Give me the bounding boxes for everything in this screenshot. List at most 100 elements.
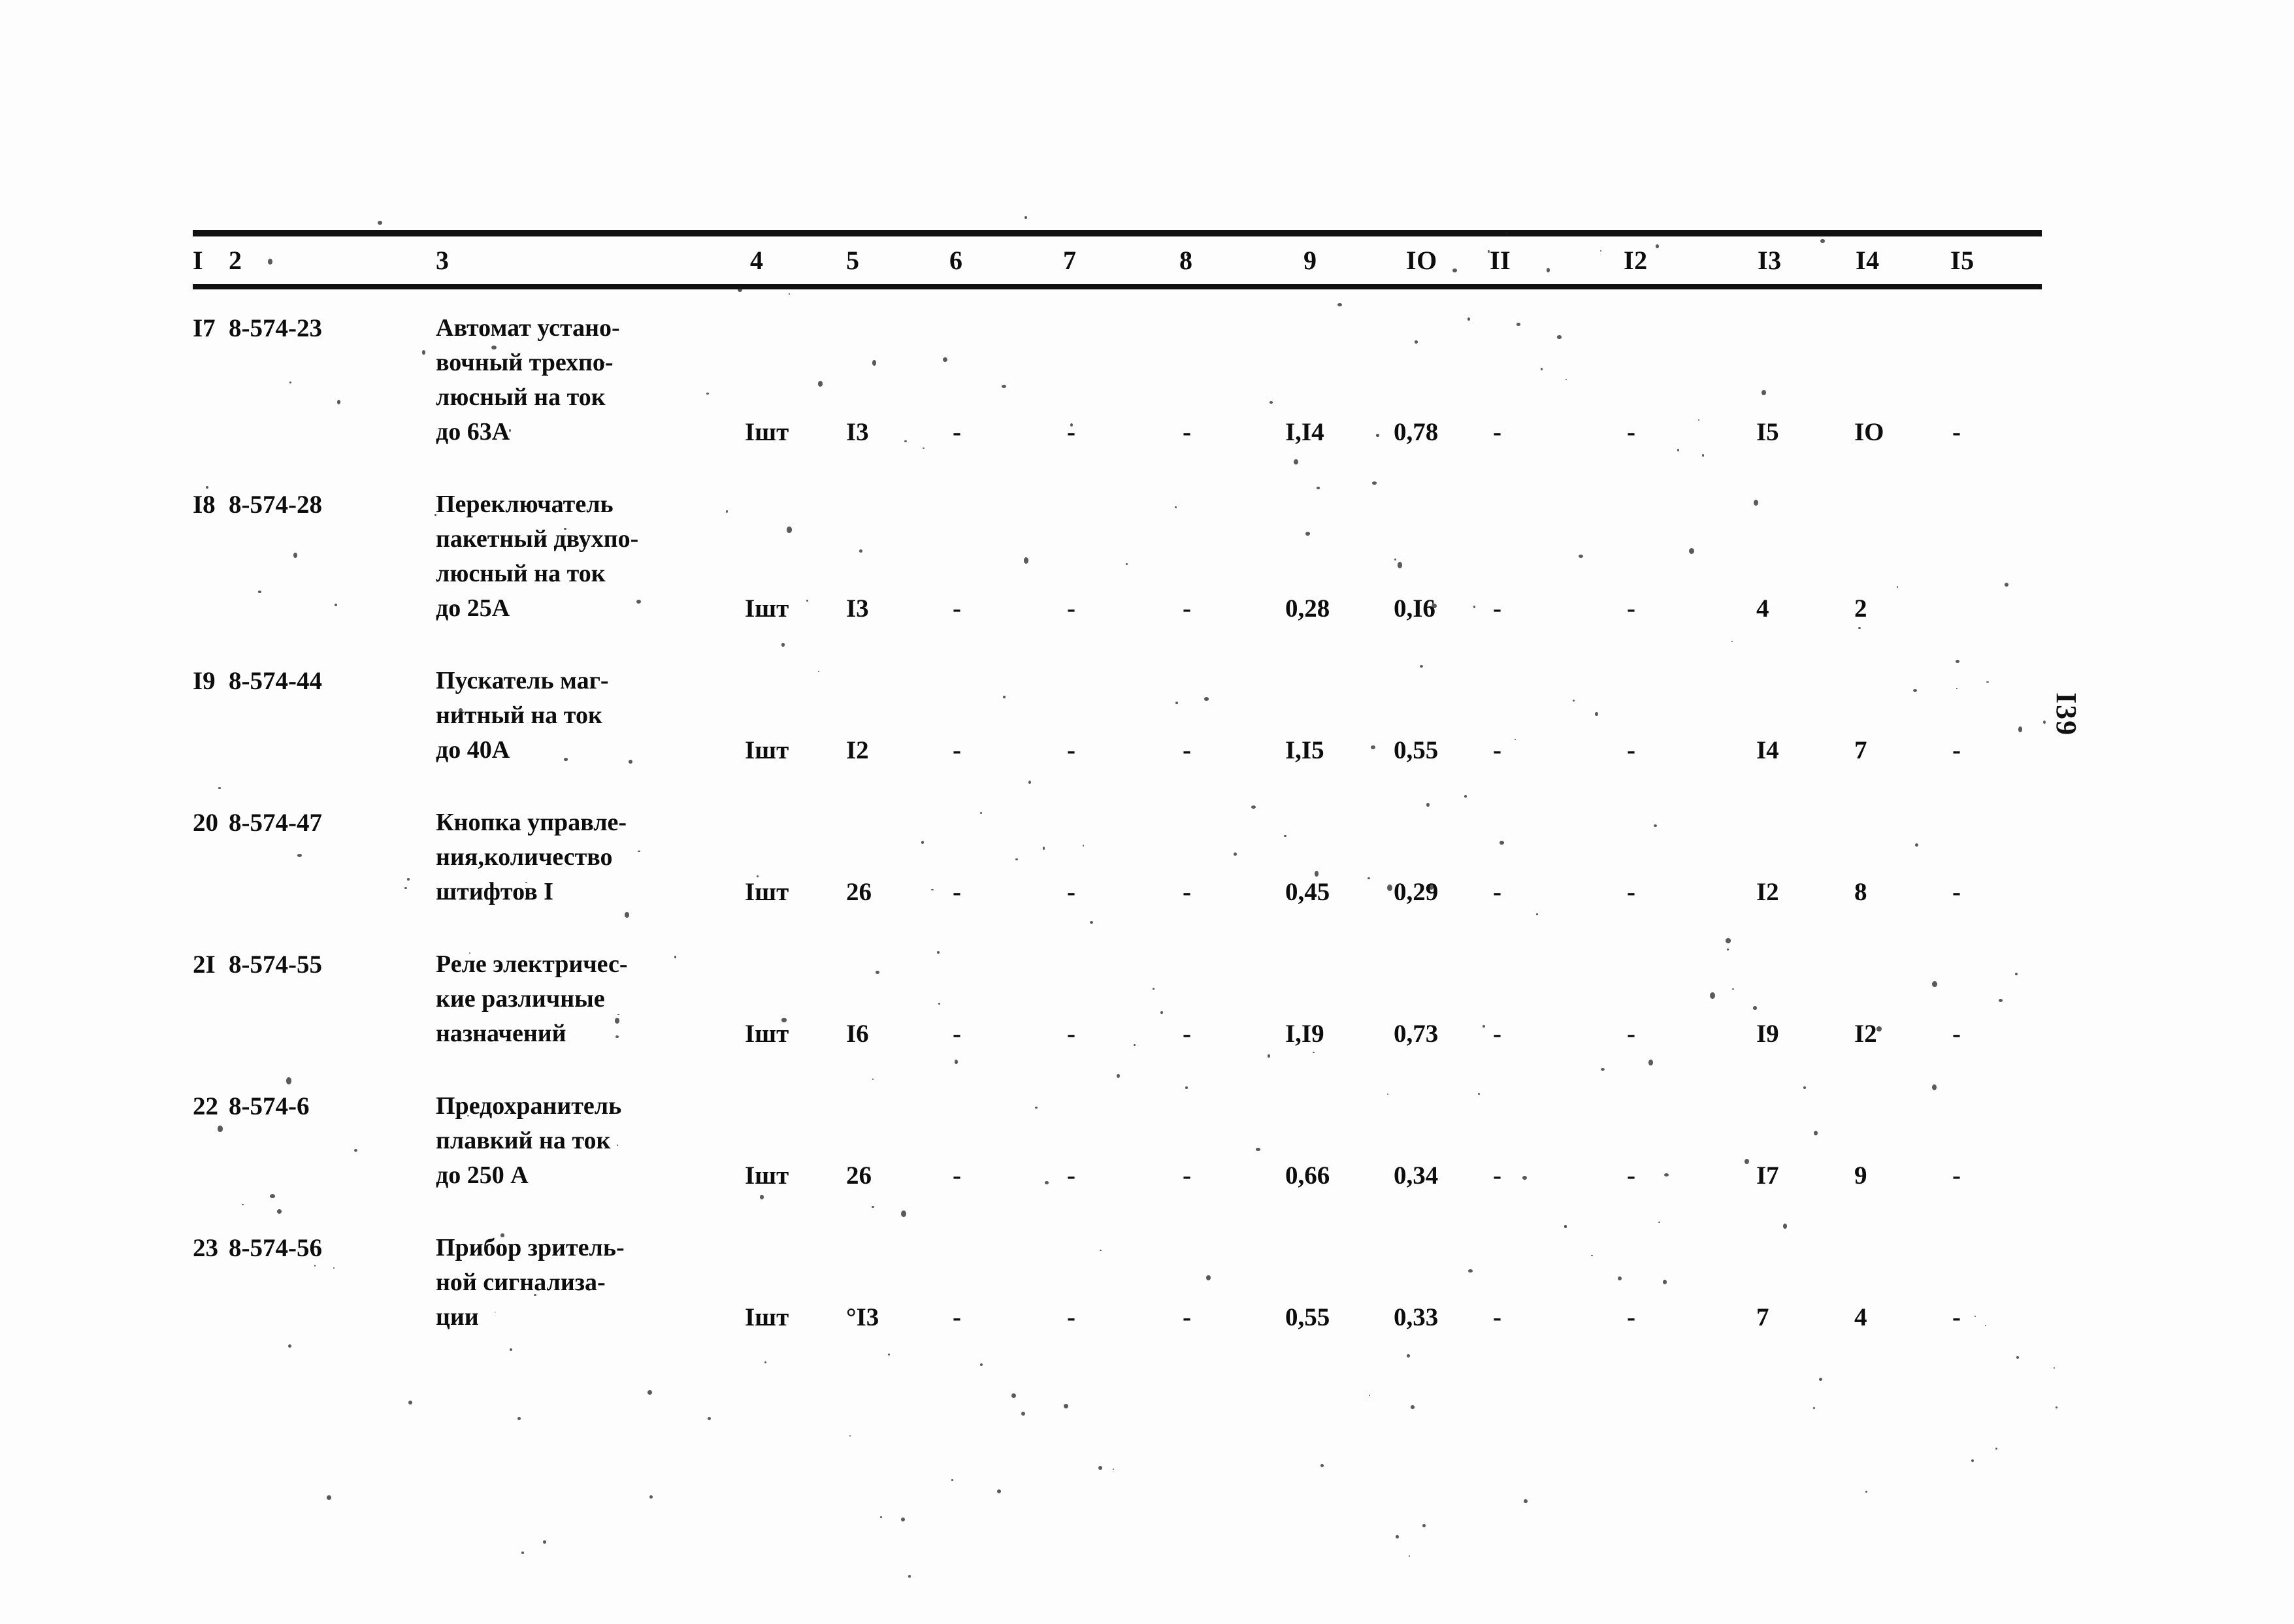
row-description-line: Кнопка управле- — [436, 809, 627, 836]
scan-speck — [1024, 216, 1027, 219]
scan-speck — [872, 1206, 874, 1208]
row-value-cell-7: - — [1067, 736, 1075, 764]
scan-speck — [517, 1417, 521, 1421]
scan-speck — [2015, 973, 2018, 975]
scan-speck — [789, 293, 791, 295]
row-value-cell-7: - — [1067, 418, 1075, 446]
scan-speck — [629, 760, 632, 764]
scan-speck — [1113, 1469, 1115, 1470]
row-qty-cell: °I3 — [846, 1303, 879, 1331]
scan-speck — [1185, 1086, 1188, 1089]
scan-speck — [1564, 1225, 1567, 1228]
scan-speck — [1387, 885, 1392, 892]
row-description-line: Прибор зритель- — [436, 1234, 625, 1261]
row-value-cell-9: I,I9 — [1285, 1020, 1324, 1048]
scan-speck — [625, 912, 630, 918]
row-value-cell-11: - — [1493, 1020, 1501, 1048]
row-value-cell-9: I,I4 — [1285, 418, 1324, 446]
scan-speck — [459, 708, 463, 712]
scan-speck — [921, 841, 925, 844]
scan-speck — [1098, 1466, 1102, 1470]
column-header-14: I4 — [1856, 246, 1880, 275]
scan-speck — [337, 400, 340, 404]
row-description-line: Предохранитель — [436, 1092, 622, 1120]
scan-speck — [2043, 721, 2046, 724]
scan-speck — [218, 1126, 223, 1132]
row-value-cell-13: I2 — [1756, 878, 1779, 906]
row-description-line: Пускатель маг- — [436, 667, 609, 694]
scan-speck — [1426, 803, 1430, 807]
row-description-line: люсный на ток — [436, 383, 606, 411]
table-top-rule — [193, 230, 2042, 236]
scan-speck — [1783, 1224, 1788, 1229]
table-row: 23 8-574-56 Прибор зритель-ной сигнализа-ц… — [193, 1233, 2042, 1375]
row-value-cell-15: - — [1952, 418, 1961, 446]
row-value-cell-6: - — [953, 1161, 961, 1190]
scan-speck — [937, 951, 940, 954]
scan-speck — [1294, 459, 1298, 464]
scan-speck — [901, 1518, 906, 1522]
scan-speck — [757, 875, 759, 877]
scan-speck — [1727, 949, 1729, 950]
scan-speck — [1745, 1159, 1749, 1164]
row-value-cell-9: 0,45 — [1285, 878, 1330, 906]
row-value-cell-11: - — [1493, 1303, 1501, 1331]
scan-speck — [647, 1390, 652, 1395]
row-code-cell: 8-574-56 — [229, 1234, 322, 1262]
scan-speck — [1648, 1060, 1653, 1065]
row-value-cell-10: 0,73 — [1394, 1020, 1439, 1048]
scan-speck — [1654, 824, 1657, 827]
row-value-cell-11: - — [1493, 736, 1501, 764]
row-value-cell-12: - — [1627, 418, 1635, 446]
row-value-cell-7: - — [1067, 1303, 1075, 1331]
row-value-cell-15: - — [1952, 1303, 1961, 1331]
scan-speck — [1932, 981, 1937, 988]
scan-speck — [1803, 1086, 1806, 1089]
row-value-cell-14: 9 — [1854, 1161, 1867, 1190]
scan-speck — [534, 1294, 536, 1296]
row-value-cell-11: - — [1493, 878, 1501, 906]
scan-speck — [270, 1194, 275, 1198]
scan-speck — [1536, 913, 1538, 915]
data-table: I 2 3 4 5 6 7 8 9 IO II I2 I3 I4 I5 I7 8-… — [193, 230, 2042, 1375]
scan-speck — [1369, 1395, 1370, 1396]
scan-speck — [206, 486, 208, 489]
row-unit-cell: Iшт — [745, 1020, 789, 1048]
row-description-line: до 40А — [436, 736, 510, 764]
row-value-cell-15: - — [1952, 878, 1961, 906]
row-unit-cell: Iшт — [745, 1161, 789, 1190]
scan-speck — [760, 1195, 764, 1199]
scan-speck — [2005, 583, 2008, 587]
row-description-line: Реле электричес- — [436, 950, 628, 978]
scan-speck — [378, 221, 382, 225]
scan-speck — [1974, 1316, 1976, 1317]
row-value-cell-8: - — [1183, 1161, 1191, 1190]
scanned-page: I 2 3 4 5 6 7 8 9 IO II I2 I3 I4 I5 I7 8-… — [0, 0, 2294, 1624]
row-index-cell: I8 — [193, 491, 216, 519]
row-value-cell-7: - — [1067, 594, 1075, 623]
row-index-cell: 23 — [193, 1234, 218, 1262]
scan-speck — [1595, 712, 1598, 717]
row-qty-cell: I6 — [846, 1020, 869, 1048]
scan-speck — [1315, 871, 1319, 877]
scan-speck — [1415, 340, 1418, 344]
row-index-cell: 22 — [193, 1092, 218, 1120]
scan-speck — [1522, 1176, 1527, 1180]
scan-speck — [1407, 1354, 1410, 1357]
row-value-cell-12: - — [1627, 594, 1635, 623]
scan-speck — [638, 851, 640, 853]
row-description-line: назначений — [436, 1020, 566, 1047]
scan-speck — [1234, 853, 1237, 856]
row-value-cell-8: - — [1183, 418, 1191, 446]
row-value-cell-8: - — [1183, 594, 1191, 623]
row-value-cell-6: - — [953, 1020, 961, 1048]
row-value-cell-11: - — [1493, 594, 1501, 623]
scan-speck — [1003, 696, 1006, 698]
scan-speck — [1256, 1148, 1261, 1151]
column-header-11: II — [1490, 246, 1511, 275]
scan-speck — [1754, 500, 1759, 506]
scan-speck — [1995, 1448, 1998, 1450]
scan-speck — [1284, 835, 1286, 837]
scan-speck — [1270, 401, 1273, 404]
scan-speck — [521, 1551, 525, 1555]
